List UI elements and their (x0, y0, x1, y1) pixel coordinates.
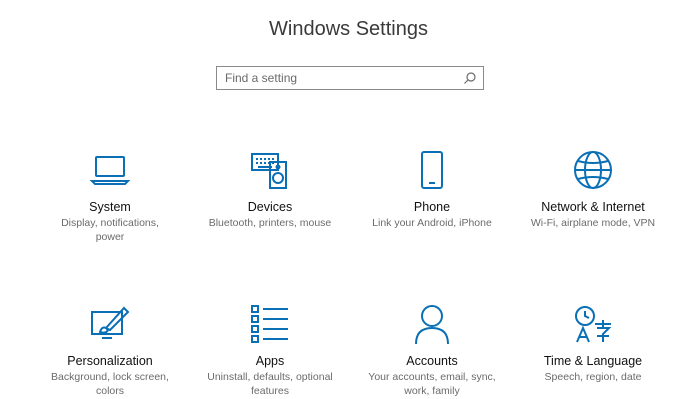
tile-desc: Uninstall, defaults, optional features (190, 370, 350, 398)
tile-network[interactable]: Network & Internet Wi-Fi, airplane mode,… (513, 148, 673, 230)
person-icon (415, 305, 449, 345)
tile-desc: Your accounts, email, sync, work, family (352, 370, 512, 398)
tile-phone[interactable]: Phone Link your Android, iPhone (352, 148, 512, 230)
tile-desc: Link your Android, iPhone (352, 216, 512, 230)
tile-name: Devices (247, 200, 293, 214)
tile-accounts[interactable]: Accounts Your accounts, email, sync, wor… (352, 302, 512, 398)
tile-name: Personalization (67, 354, 153, 368)
tile-name: Accounts (406, 354, 458, 368)
tile-desc: Background, lock screen, colors (30, 370, 190, 398)
search-input[interactable]: Find a setting (216, 66, 484, 90)
laptop-icon (89, 156, 131, 185)
tile-desc-text: Link your Android, iPhone (372, 217, 492, 229)
search-placeholder: Find a setting (225, 71, 298, 85)
tile-desc: Bluetooth, printers, mouse (190, 216, 350, 230)
tile-name: System (89, 200, 131, 214)
paint-brush-icon (91, 306, 130, 339)
tile-system[interactable]: System Display, notifications, power (30, 148, 190, 244)
tile-desc-text: Display, notifications, power (61, 217, 159, 243)
tile-name: Network & Internet (541, 200, 645, 214)
tile-desc: Display, notifications, power (30, 216, 190, 244)
tile-desc-text: Speech, region, date (544, 371, 642, 383)
tile-desc-text: Uninstall, defaults, optional features (207, 371, 333, 397)
tile-desc-text: Your accounts, email, sync, work, family (368, 371, 496, 397)
tile-name: Time & Language (543, 354, 643, 368)
tile-desc: Wi-Fi, airplane mode, VPN (513, 216, 673, 230)
keyboard-speaker-icon (251, 153, 287, 189)
apps-list-icon (251, 305, 288, 343)
tile-name: Apps (255, 354, 285, 368)
time-language-icon (575, 306, 612, 343)
page-title: Windows Settings (269, 18, 428, 40)
tile-personalization[interactable]: Personalization Background, lock screen,… (30, 302, 190, 398)
tile-desc-text: Wi-Fi, airplane mode, VPN (530, 217, 656, 229)
phone-icon (421, 151, 443, 189)
tile-time-language[interactable]: Time & Language Speech, region, date (513, 302, 673, 384)
tile-desc: Speech, region, date (513, 370, 673, 384)
tile-apps[interactable]: Apps Uninstall, defaults, optional featu… (190, 302, 350, 398)
tile-desc-text: Background, lock screen, colors (51, 371, 169, 397)
globe-icon (574, 151, 612, 189)
tile-desc-text: Bluetooth, printers, mouse (208, 217, 332, 229)
tile-name: Phone (413, 200, 451, 214)
tile-devices[interactable]: Devices Bluetooth, printers, mouse (190, 148, 350, 230)
settings-window: Windows Settings Find a setting System D… (0, 0, 697, 399)
search-icon[interactable] (463, 71, 477, 85)
